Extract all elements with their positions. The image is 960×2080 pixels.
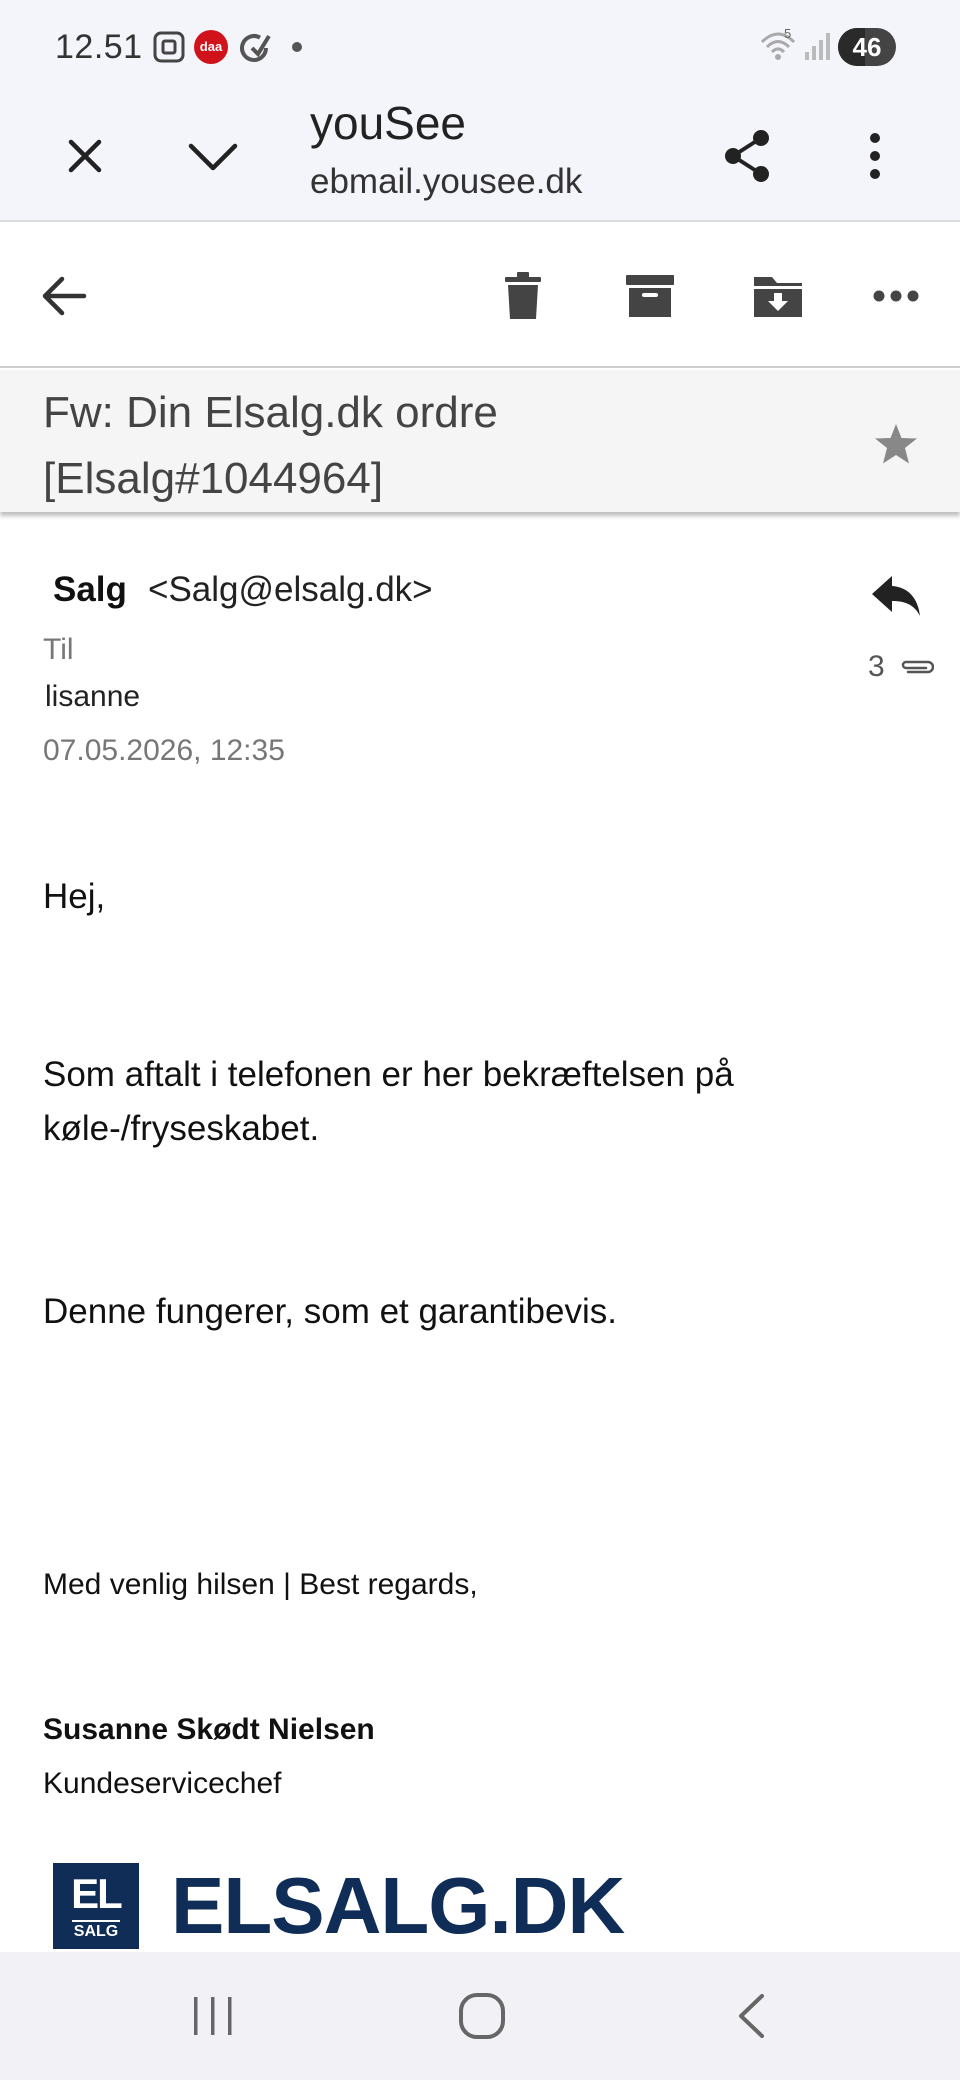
chevron-down-icon [188,143,238,171]
star-icon [875,424,917,464]
archive-icon [626,275,674,317]
subject-bar: Fw: Din Elsalg.dk ordre [Elsalg#1044964] [0,370,960,512]
page-title: youSee [310,97,467,149]
star-button[interactable] [860,408,932,480]
status-time: 12.51 [55,28,143,66]
logo-box: EL SALG [53,1863,139,1949]
url-display[interactable]: ebmail.yousee.dk [310,162,610,202]
paperclip-icon[interactable] [898,657,934,677]
closing-line: Med venlig hilsen | Best regards, [43,1568,478,1601]
logo-box-bottom: SALG [72,1920,120,1942]
sender-name[interactable]: Salg [53,570,127,610]
move-to-folder-button[interactable] [738,256,818,336]
email-date: 07.05.2026, 12:35 [43,734,285,767]
close-icon [68,139,102,173]
carrier-badge-icon: daa [194,30,228,64]
share-button[interactable] [707,116,787,196]
email-subject: Fw: Din Elsalg.dk ordre [Elsalg#1044964] [43,388,498,503]
recipient[interactable]: lisanne [45,680,140,714]
body-paragraph-2: Denne fungerer, som et garantibevis. [43,1292,617,1331]
body-paragraph-1: Som aftalt i telefonen er her bekræftels… [43,1055,734,1148]
sync-icon [236,30,272,71]
battery-level: 46 [852,32,882,62]
arrow-back-icon [42,276,87,316]
signal-icon [803,30,831,67]
close-tab-button[interactable] [45,116,125,196]
share-icon [725,130,769,182]
home-icon [459,1993,505,2039]
system-back-button[interactable] [706,1976,796,2056]
recents-icon [194,1997,232,2035]
folder-move-icon [754,277,802,317]
wifi-icon [758,28,798,69]
elsalg-logo: EL SALG ELSALG.DK [53,1860,625,1952]
signature-name: Susanne Skødt Nielsen [43,1713,375,1746]
more-actions-button[interactable] [856,256,936,336]
screenshot-icon [152,30,186,69]
reply-button[interactable] [860,560,932,632]
wifi-label: 5 [784,26,792,41]
trash-icon [505,272,541,319]
browser-toolbar: youSee ebmail.yousee.dk [0,90,960,222]
body-greeting: Hej, [43,877,106,916]
status-bar: 12.51 daa 5 46 [0,0,960,90]
battery-indicator: 46 [838,28,896,66]
mail-toolbar [0,224,960,368]
attachment-count[interactable]: 3 [868,650,885,684]
back-button[interactable] [24,256,104,336]
reply-icon [872,576,920,616]
home-button[interactable] [437,1976,527,2056]
more-horiz-icon [873,290,919,302]
logo-wordmark: ELSALG.DK [171,1861,625,1950]
logo-box-top: EL [71,1870,123,1917]
recents-button[interactable] [168,1976,258,2056]
sender-email[interactable]: <Salg@elsalg.dk> [148,570,433,610]
delete-button[interactable] [483,256,563,336]
more-vert-icon [870,133,880,179]
browser-menu-button[interactable] [835,116,915,196]
chevron-left-icon [739,1994,764,2038]
to-label: Til [43,633,74,666]
system-nav-bar [0,1952,960,2080]
archive-button[interactable] [610,256,690,336]
notification-dot-icon [292,42,302,52]
signature-title: Kundeservicechef [43,1767,282,1800]
minimize-tab-button[interactable] [173,116,253,196]
